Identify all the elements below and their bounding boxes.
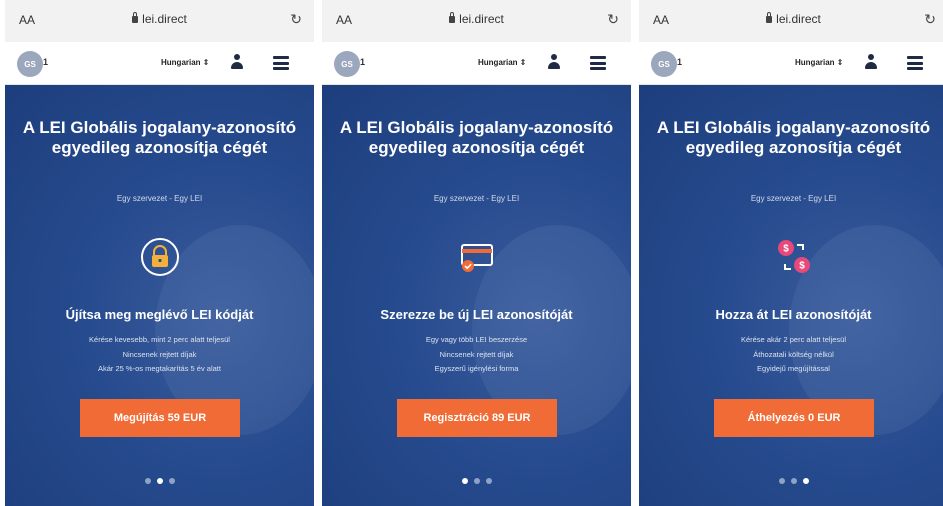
register-button[interactable]: Regisztráció 89 EUR [397,399,557,437]
browser-url-bar[interactable]: AA lei.direct ↻ [5,0,314,42]
lock-icon [449,12,456,23]
feature-list: Egy vagy több LEI beszerzése Nincsenek r… [322,333,631,377]
phone-screen-register: AA lei.direct ↻ GS 1 Hungarian ⇕ A LEI G… [322,0,631,506]
feature-item: Kérése kevesebb, mint 2 perc alatt telje… [89,335,230,344]
currency-transfer-icon: $ $ [778,240,810,273]
lock-icon [766,12,773,23]
carousel-dot[interactable] [144,478,151,484]
url-text: lei.direct [459,12,504,26]
slide-heading: Hozza át LEI azonosítóját [715,307,872,322]
feature-list: Kérése kevesebb, mint 2 perc alatt telje… [5,333,314,377]
feature-item: Egyszerű igénylési forma [434,364,519,373]
hamburger-menu-icon[interactable] [907,56,923,70]
gs1-logo-suffix: 1 [677,57,683,67]
browser-url-bar[interactable]: AA lei.direct ↻ [639,0,943,42]
hero-title: A LEI Globális jogalany-azonosító egyedi… [339,118,614,157]
user-icon[interactable] [547,54,561,70]
svg-text:$: $ [799,261,805,272]
gs1-logo[interactable]: GS [17,51,43,77]
carousel-dot-active[interactable] [802,478,809,484]
url-field[interactable]: lei.direct [5,12,314,26]
hero-section: A LEI Globális jogalany-azonosító egyedi… [322,85,631,506]
feature-item: Akár 25 %-os megtakarítás 5 év alatt [98,364,221,373]
feature-item: Egy vagy több LEI beszerzése [425,335,528,344]
hamburger-menu-icon[interactable] [590,56,606,70]
svg-text:$: $ [783,244,789,255]
hero-section: A LEI Globális jogalany-azonosító egyedi… [639,85,943,506]
language-selector[interactable]: Hungarian ⇕ [478,58,526,67]
carousel-dot[interactable] [473,478,480,484]
user-icon[interactable] [864,54,878,70]
site-navbar: GS 1 Hungarian ⇕ [322,42,631,85]
language-selector[interactable]: Hungarian ⇕ [161,58,209,67]
carousel-dots [639,471,943,489]
url-field[interactable]: lei.direct [639,12,943,26]
carousel-dot-active[interactable] [156,478,163,484]
gs1-logo-suffix: 1 [43,57,49,67]
carousel-dot[interactable] [790,478,797,484]
renew-button[interactable]: Megújítás 59 EUR [80,399,240,437]
credit-card-check-icon [461,244,493,272]
browser-url-bar[interactable]: AA lei.direct ↻ [322,0,631,42]
feature-item: Nincsenek rejtett díjak [439,349,514,359]
feature-item: Kérése akár 2 perc alatt teljesül [740,335,847,344]
carousel-dot[interactable] [485,478,492,484]
gs1-logo-suffix: 1 [360,57,366,67]
hero-subtitle: Egy szervezet - Egy LEI [433,194,520,203]
phone-screen-renew: AA lei.direct ↻ GS 1 Hungarian ⇕ A LEI G… [5,0,314,506]
hero-title: A LEI Globális jogalany-azonosító egyedi… [22,118,297,157]
hero-title: A LEI Globális jogalany-azonosító egyedi… [656,118,931,157]
hero-section: A LEI Globális jogalany-azonosító egyedi… [5,85,314,506]
reload-icon[interactable]: ↻ [607,11,619,28]
site-navbar: GS 1 Hungarian ⇕ [639,42,943,85]
carousel-dot[interactable] [168,478,175,484]
language-selector[interactable]: Hungarian ⇕ [795,58,843,67]
carousel-dot-active[interactable] [461,478,468,484]
padlock-icon [141,238,179,276]
gs1-logo[interactable]: GS [651,51,677,77]
hamburger-menu-icon[interactable] [273,56,289,70]
carousel-dots [322,471,631,489]
url-text: lei.direct [142,12,187,26]
feature-list: Kérése akár 2 perc alatt teljesül Áthoza… [639,333,943,377]
phone-screen-transfer: AA lei.direct ↻ GS 1 Hungarian ⇕ A LEI G… [639,0,943,506]
feature-item: Nincsenek rejtett díjak [122,349,197,359]
lock-icon [132,12,139,23]
user-icon[interactable] [230,54,244,70]
transfer-button[interactable]: Áthelyezés 0 EUR [714,399,874,437]
carousel-dots [5,471,314,489]
url-field[interactable]: lei.direct [322,12,631,26]
reload-icon[interactable]: ↻ [290,11,302,28]
slide-heading: Újítsa meg meglévő LEI kódját [65,307,254,322]
feature-item: Egyidejű megújítással [757,364,830,373]
site-navbar: GS 1 Hungarian ⇕ [5,42,314,85]
hero-subtitle: Egy szervezet - Egy LEI [750,194,837,203]
hero-subtitle: Egy szervezet - Egy LEI [116,194,203,203]
reload-icon[interactable]: ↻ [924,11,936,28]
gs1-logo[interactable]: GS [334,51,360,77]
carousel-dot[interactable] [778,478,785,484]
slide-heading: Szerezze be új LEI azonosítóját [380,307,573,322]
url-text: lei.direct [776,12,821,26]
feature-item: Áthozatali költség nélkül [753,349,834,359]
